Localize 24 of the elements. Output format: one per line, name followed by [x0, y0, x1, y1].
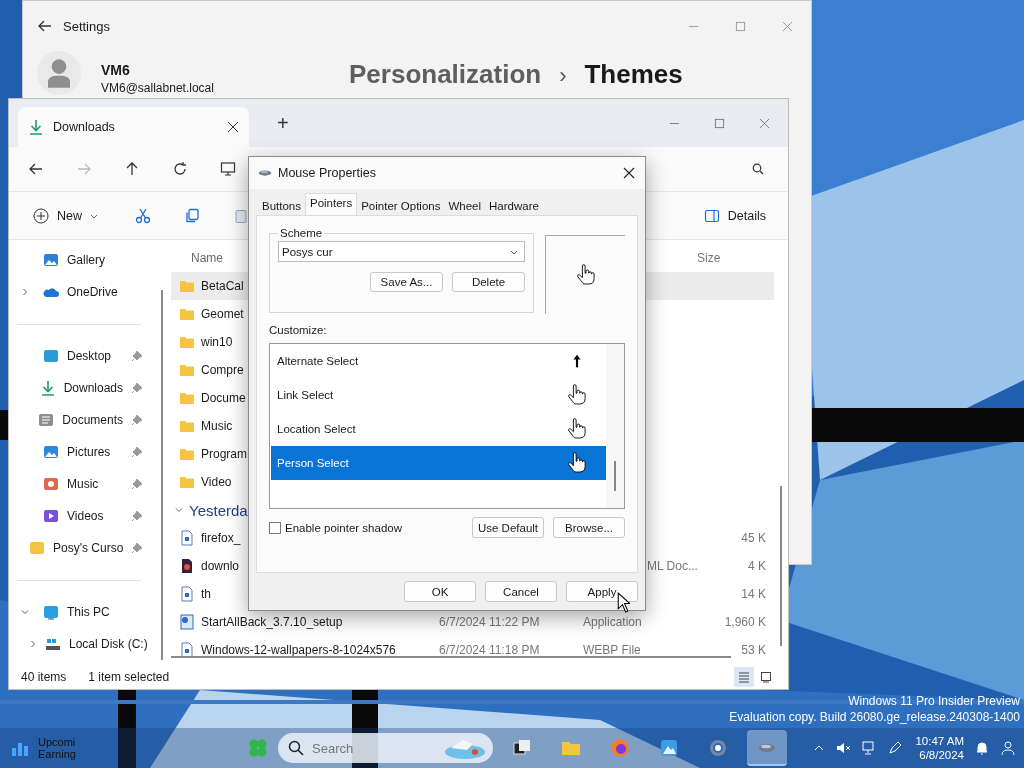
type-cell: ML Doc...	[647, 559, 698, 573]
type-cell: WEBP File	[583, 643, 641, 657]
date-cell: 6/7/2024 11:18 PM	[439, 643, 540, 657]
window-title: Settings	[63, 18, 110, 34]
date-cell: 6/7/2024 11:22 PM	[439, 615, 540, 629]
size-cell: 4 K	[748, 559, 766, 573]
user-name: VM6	[101, 61, 131, 78]
size-cell: 45 K	[741, 531, 766, 545]
size-cell: 1,960 K	[724, 615, 766, 629]
page-title: Themes	[584, 59, 683, 90]
dialog-title: Mouse Properties	[278, 166, 376, 180]
watermark-text: Windows 11 Pro Insider Preview	[848, 693, 1020, 709]
size-cell: 14 K	[741, 587, 766, 601]
checkbox-label: Enable pointer shadow	[285, 521, 402, 534]
user-email: VM6@sallabnet.local	[101, 80, 214, 95]
watermark-text: Evaluation copy. Build 26080.ge_release.240308-1400	[729, 709, 1020, 725]
group-label: Yesterda	[189, 501, 248, 519]
selection-status: 1 item selected	[88, 669, 170, 684]
breadcrumb-separator: ›	[559, 63, 567, 89]
customize-label: Customize:	[269, 324, 328, 338]
type-cell: Application	[583, 615, 642, 629]
group-label: Scheme	[279, 227, 324, 239]
size-cell: 53 K	[741, 643, 766, 657]
item-count: 40 items	[21, 669, 67, 684]
